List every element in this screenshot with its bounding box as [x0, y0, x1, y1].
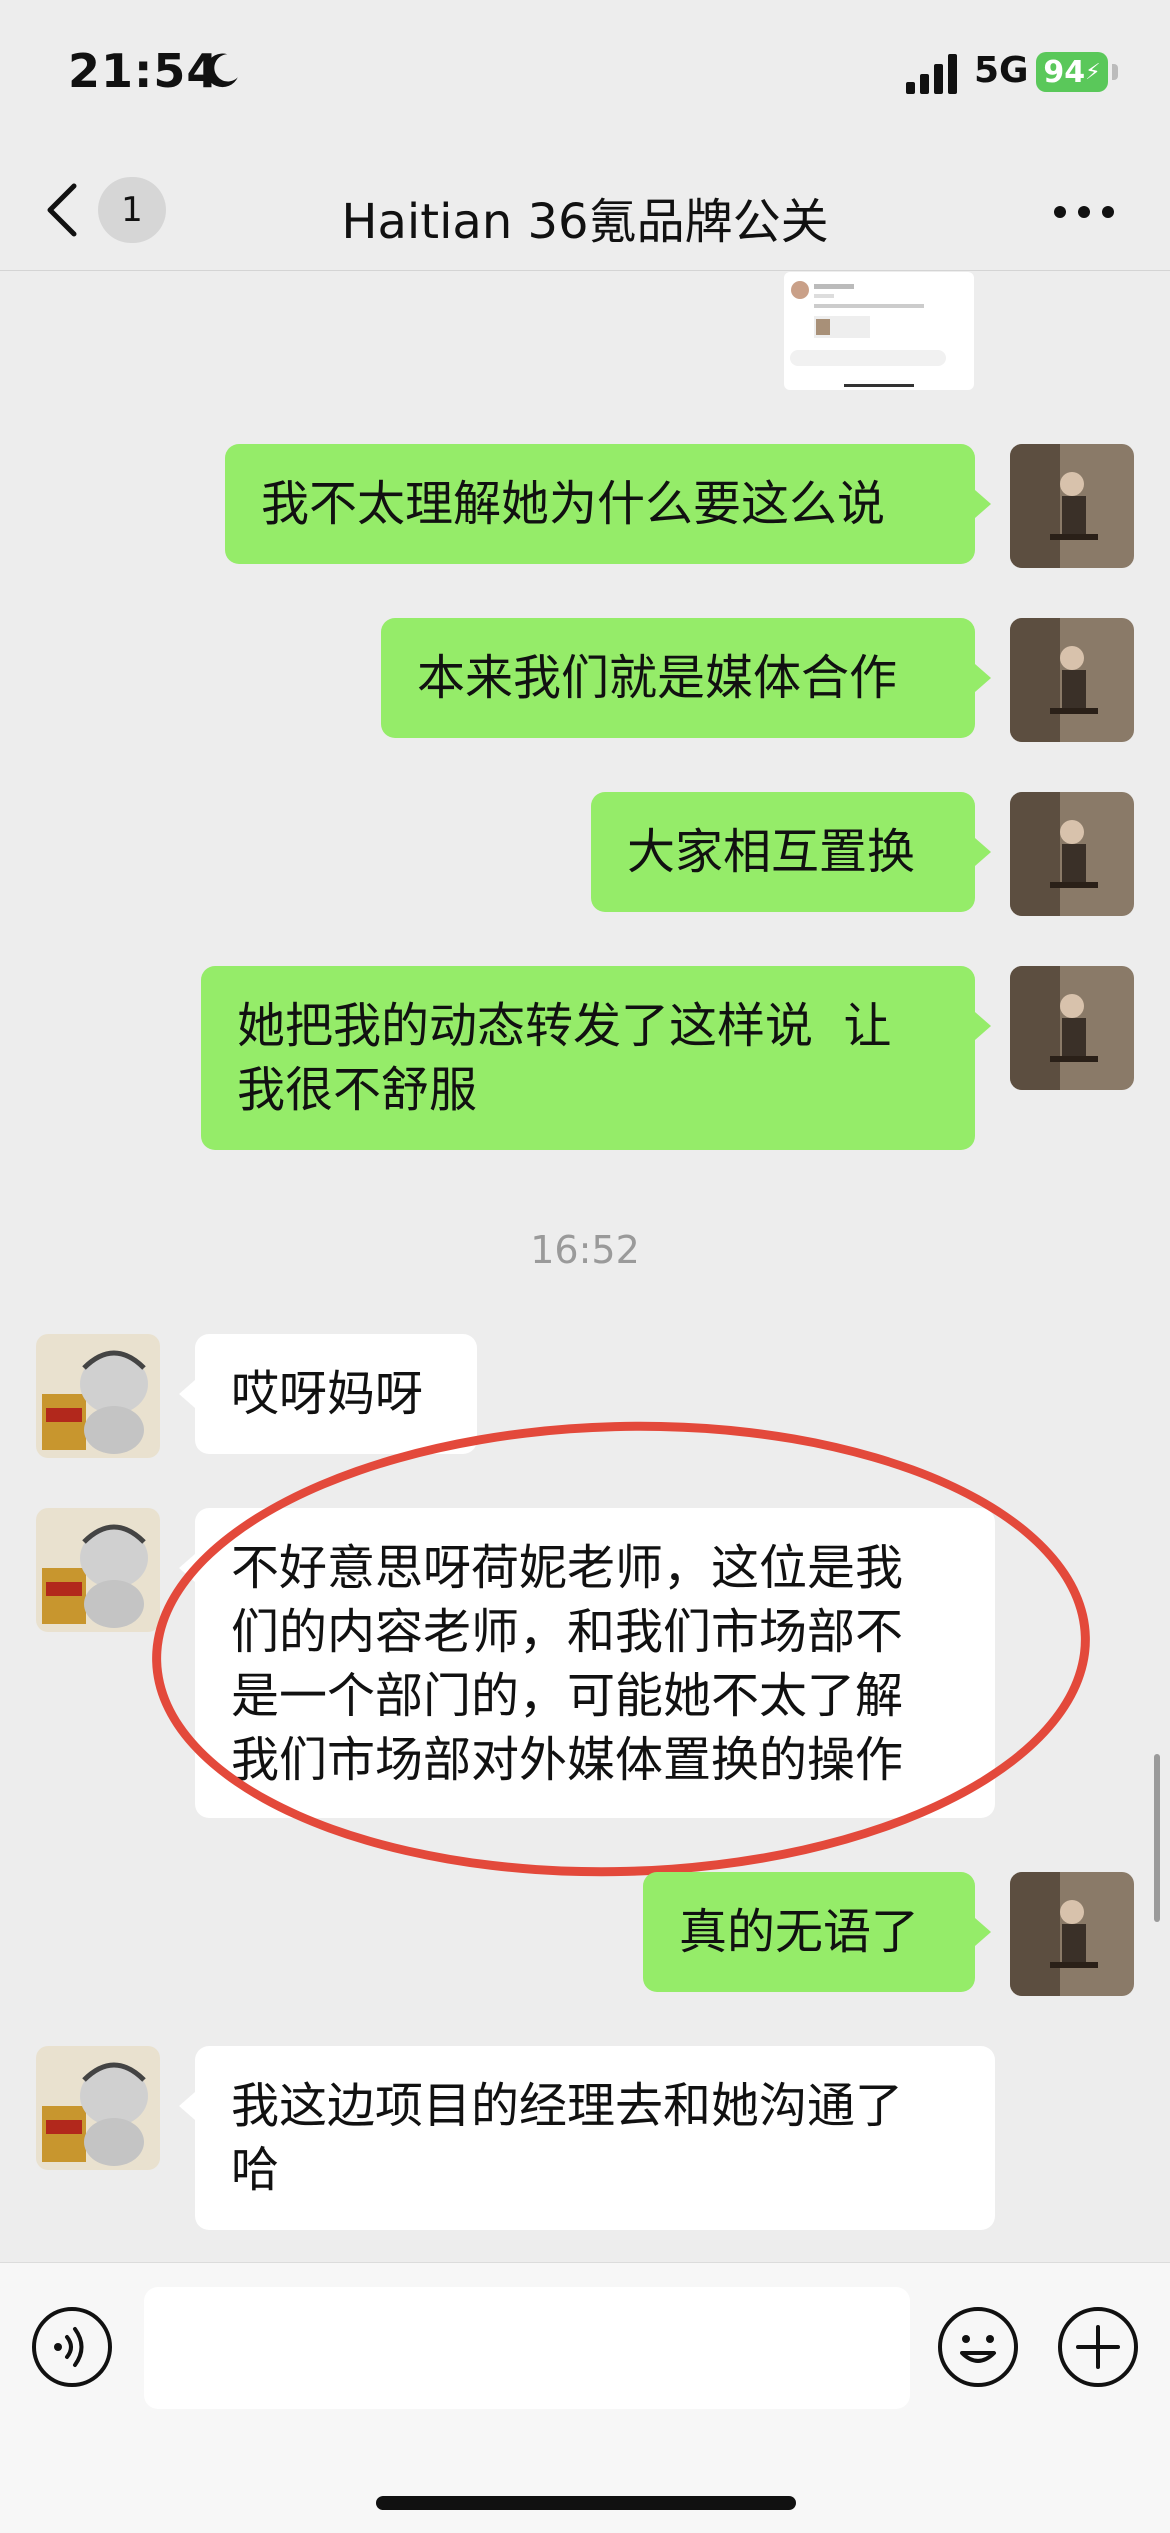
message-text: 哎呀妈呀	[231, 1366, 424, 1422]
more-icon[interactable]	[1052, 204, 1116, 220]
contact-avatar[interactable]	[36, 2046, 160, 2170]
emoji-icon[interactable]	[936, 2305, 1020, 2389]
charging-icon: ⚡	[1085, 59, 1101, 85]
message-bubble-incoming[interactable]: 哎呀妈呀	[195, 1334, 477, 1454]
chat-title: Haitian 36氪品牌公关	[341, 194, 829, 250]
contact-avatar[interactable]	[36, 1334, 160, 1458]
battery-level: 94	[1043, 54, 1086, 90]
message-input[interactable]	[144, 2287, 910, 2409]
message-text-line: 我很不舒服	[237, 1062, 478, 1118]
shared-screenshot-image[interactable]	[784, 272, 974, 390]
chat-header: 1 Haitian 36氪品牌公关	[0, 150, 1170, 271]
message-bubble-outgoing[interactable]: 我不太理解她为什么要这么说	[225, 444, 975, 564]
message-bubble-outgoing[interactable]: 大家相互置换	[591, 792, 975, 912]
network-type: 5G	[974, 50, 1029, 91]
message-text: 我不太理解她为什么要这么说	[261, 476, 886, 532]
message-bubble-outgoing[interactable]: 本来我们就是媒体合作	[381, 618, 975, 738]
my-avatar[interactable]	[1010, 792, 1134, 916]
moon-icon	[205, 53, 238, 88]
bubble-tail	[179, 2092, 195, 2120]
message-input-bar	[0, 2262, 1170, 2533]
bubble-tail	[975, 838, 991, 866]
plus-icon[interactable]	[1056, 2305, 1140, 2389]
voice-icon[interactable]	[30, 2305, 114, 2389]
screenshot-thumbnail	[790, 281, 946, 387]
message-text-line: 哈	[231, 2142, 280, 2198]
status-bar: 21:54 5G 94 ⚡	[0, 0, 1170, 150]
signal-icon	[906, 54, 957, 94]
battery-indicator: 94 ⚡	[1036, 52, 1108, 92]
message-text-line: 我这边项目的经理去和她沟通了	[231, 2078, 904, 2134]
chat-scrollbar[interactable]	[1154, 1754, 1160, 1922]
bubble-tail	[975, 664, 991, 692]
contact-avatar[interactable]	[36, 1508, 160, 1632]
bubble-tail	[975, 490, 991, 518]
home-indicator[interactable]	[376, 2496, 796, 2510]
message-bubble-outgoing[interactable]: 真的无语了	[643, 1872, 975, 1992]
my-avatar[interactable]	[1010, 966, 1134, 1090]
message-bubble-incoming[interactable]: 我这边项目的经理去和她沟通了 哈	[195, 2046, 995, 2230]
battery-tip	[1112, 64, 1118, 80]
status-time: 21:54	[68, 44, 220, 98]
chat-timestamp: 16:52	[530, 1228, 640, 1272]
bubble-tail	[975, 1918, 991, 1946]
my-avatar[interactable]	[1010, 1872, 1134, 1996]
message-text: 本来我们就是媒体合作	[417, 650, 898, 706]
my-avatar[interactable]	[1010, 444, 1134, 568]
message-text: 真的无语了	[679, 1904, 920, 1960]
bubble-tail	[975, 1012, 991, 1040]
message-bubble-outgoing[interactable]: 她把我的动态转发了这样说 让 我很不舒服	[201, 966, 975, 1150]
message-text-line: 她把我的动态转发了这样说 让	[237, 998, 892, 1054]
message-text: 大家相互置换	[627, 824, 916, 880]
bubble-tail	[179, 1380, 195, 1408]
my-avatar[interactable]	[1010, 618, 1134, 742]
